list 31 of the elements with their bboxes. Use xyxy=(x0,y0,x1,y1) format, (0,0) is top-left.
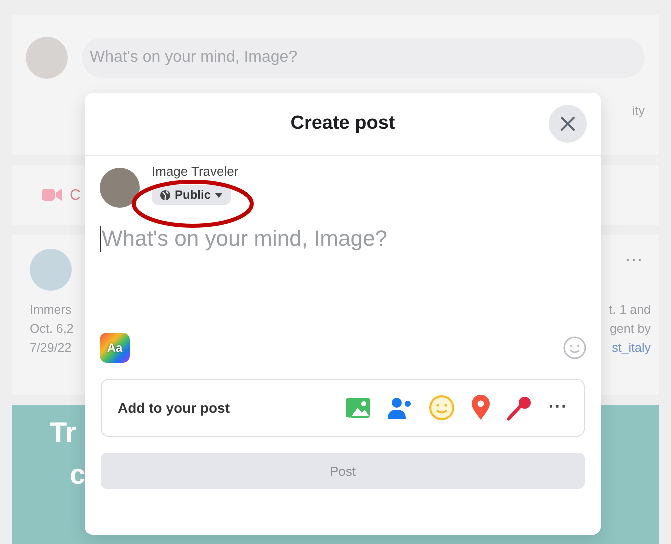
user-name: Image Traveler xyxy=(152,164,239,179)
avatar-photo-placeholder xyxy=(100,168,140,208)
audience-button[interactable]: Public xyxy=(152,185,232,205)
more-icon[interactable]: ··· xyxy=(549,399,568,417)
post-text: t. 1 and xyxy=(608,302,651,319)
room-label[interactable]: C xyxy=(70,186,81,204)
tag-people-icon[interactable] xyxy=(387,396,414,420)
close-icon xyxy=(561,117,575,131)
banner-text: Tr xyxy=(50,417,76,449)
feeling-icon[interactable] xyxy=(429,395,456,421)
caret-icon xyxy=(215,192,224,198)
post-text: Immers xyxy=(30,302,73,319)
globe-icon xyxy=(160,190,171,200)
more-icon[interactable]: ··· xyxy=(625,249,643,270)
photo-icon[interactable] xyxy=(345,396,372,420)
post-text: st_italy xyxy=(611,340,651,357)
emoji-icon[interactable] xyxy=(563,336,587,360)
microphone-icon[interactable] xyxy=(507,395,534,421)
status-input-field[interactable]: What's on your mind, Image? xyxy=(82,38,645,78)
post-text: 7/29/22 xyxy=(30,340,73,357)
page-avatar xyxy=(30,249,72,291)
post-text: Oct. 6,2 xyxy=(30,321,74,338)
add-to-post-label: Add to your post xyxy=(118,400,230,416)
dialog-title: Create post xyxy=(290,113,396,135)
avatar xyxy=(26,37,68,79)
location-pin-icon[interactable] xyxy=(471,395,492,421)
banner-text: c xyxy=(69,459,86,491)
close-button[interactable] xyxy=(549,105,587,143)
post-text-field[interactable]: What's on your mind, Image? xyxy=(100,226,585,252)
action-label[interactable]: ity xyxy=(632,102,645,120)
post-text: gent by xyxy=(608,321,651,338)
